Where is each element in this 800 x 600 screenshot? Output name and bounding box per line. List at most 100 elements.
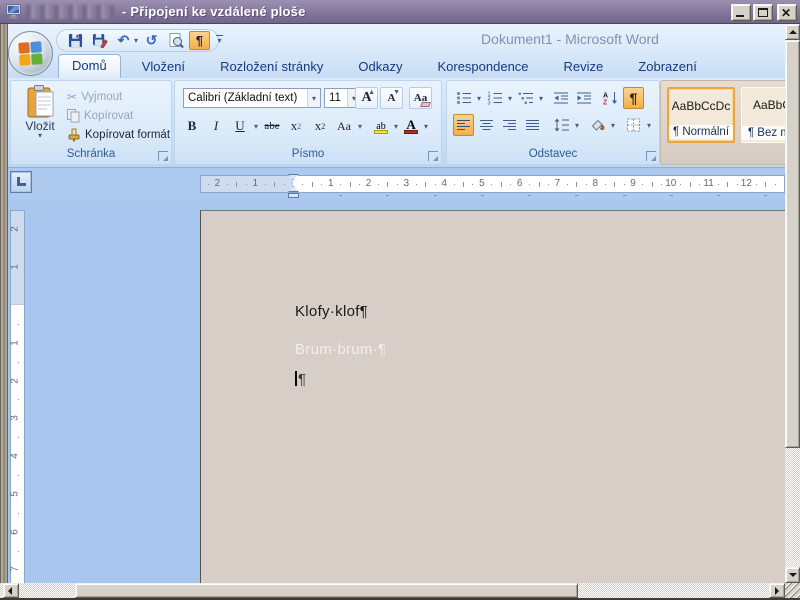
- rdp-titlebar[interactable]: - Připojení ke vzdálené ploše ✕: [0, 0, 800, 24]
- horizontal-scroll-thumb[interactable]: [75, 583, 578, 598]
- shading-dropdown-icon[interactable]: ▾: [610, 121, 616, 130]
- paragraph-dialog-launcher[interactable]: [646, 151, 656, 161]
- office-button[interactable]: [8, 31, 53, 76]
- save-button[interactable]: [65, 31, 86, 50]
- highlight-dropdown-icon[interactable]: ▾: [393, 122, 399, 131]
- show-formatting-qat-button[interactable]: ¶: [189, 31, 210, 50]
- style-normal[interactable]: AaBbCcDc ¶ Normální: [667, 87, 735, 143]
- justify-button[interactable]: [522, 114, 543, 136]
- line-spacing-button[interactable]: [551, 114, 572, 136]
- numbering-dropdown-icon[interactable]: ▾: [507, 94, 513, 103]
- multilevel-dropdown-icon[interactable]: ▾: [538, 94, 544, 103]
- align-center-button[interactable]: [476, 114, 497, 136]
- tab-korespondence[interactable]: Korespondence: [423, 56, 542, 78]
- font-color-button[interactable]: A: [401, 116, 421, 136]
- document-text-line[interactable]: ¶: [295, 371, 306, 388]
- sort-button[interactable]: A Z: [600, 87, 621, 109]
- undo-dropdown[interactable]: ▾: [134, 36, 138, 45]
- clear-formatting-button[interactable]: Aa: [409, 87, 432, 109]
- svg-text:Z: Z: [603, 100, 608, 106]
- scroll-left-button[interactable]: [3, 583, 19, 598]
- decrease-indent-button[interactable]: [550, 87, 571, 109]
- close-button[interactable]: ✕: [777, 4, 797, 21]
- window-left-border: [0, 24, 8, 583]
- document-text-line[interactable]: Klofy·klof¶: [295, 303, 368, 320]
- style-preview: AaBbCcDc: [669, 89, 733, 113]
- shading-button[interactable]: [587, 114, 608, 136]
- borders-button[interactable]: [623, 114, 644, 136]
- cut-icon: ✂: [67, 90, 77, 104]
- close-icon: ✕: [781, 6, 791, 20]
- document-page[interactable]: Klofy·klof¶ Brum·brum·¶ ¶: [200, 210, 785, 583]
- underline-button[interactable]: U: [229, 115, 251, 137]
- shading-icon: [590, 118, 606, 132]
- bold-button[interactable]: B: [181, 115, 203, 137]
- multilevel-list-button[interactable]: [515, 87, 536, 109]
- numbering-button[interactable]: 123: [484, 87, 505, 109]
- v-ruler-margin-area: 21: [11, 211, 24, 305]
- print-preview-button[interactable]: [165, 31, 186, 50]
- copy-button[interactable]: Kopírovat: [67, 106, 171, 125]
- font-dialog-launcher[interactable]: [428, 151, 438, 161]
- scroll-right-button[interactable]: [769, 583, 785, 598]
- borders-dropdown-icon[interactable]: ▾: [646, 121, 652, 130]
- font-name-combo[interactable]: Calibri (Základní text) ▾: [183, 88, 321, 108]
- eraser-icon: [420, 102, 431, 107]
- italic-button[interactable]: I: [205, 115, 227, 137]
- tab-stop-selector[interactable]: [10, 171, 32, 193]
- cut-button[interactable]: ✂ Vyjmout: [67, 87, 171, 106]
- change-case-button[interactable]: Aa: [333, 115, 355, 137]
- change-case-dropdown-icon[interactable]: ▾: [357, 122, 363, 131]
- vertical-scrollbar[interactable]: [785, 24, 800, 583]
- strikethrough-button[interactable]: abe: [261, 115, 283, 137]
- paste-button[interactable]: Vložit ▾: [17, 85, 63, 147]
- increase-indent-button[interactable]: [573, 87, 594, 109]
- tab-zobrazeni[interactable]: Zobrazení: [624, 56, 711, 78]
- ribbon-tab-row: Domů Vložení Rozložení stránky Odkazy Ko…: [8, 56, 785, 78]
- tab-domu[interactable]: Domů: [58, 54, 121, 78]
- horizontal-scrollbar[interactable]: [0, 583, 785, 598]
- tab-rozlozeni-stranky[interactable]: Rozložení stránky: [206, 56, 337, 78]
- subscript-button[interactable]: x2: [285, 115, 307, 137]
- minimize-icon: [736, 15, 744, 17]
- text-cursor: [295, 371, 297, 386]
- bullets-dropdown-icon[interactable]: ▾: [476, 94, 482, 103]
- grow-font-button[interactable]: A ▲: [355, 87, 378, 109]
- undo-button[interactable]: ↶: [113, 31, 134, 50]
- save-as-button[interactable]: [89, 31, 110, 50]
- paste-icon: [25, 85, 55, 119]
- format-painter-button[interactable]: Kopírovat formát: [67, 125, 171, 144]
- superscript-button[interactable]: x2: [309, 115, 331, 137]
- font-color-dropdown-icon[interactable]: ▾: [423, 122, 429, 131]
- scroll-down-button[interactable]: [785, 567, 800, 583]
- align-right-button[interactable]: [499, 114, 520, 136]
- line-spacing-dropdown-icon[interactable]: ▾: [574, 121, 580, 130]
- shrink-font-button[interactable]: A ▼: [380, 87, 403, 109]
- scroll-up-button[interactable]: [785, 24, 800, 40]
- save-icon: [68, 33, 83, 48]
- underline-dropdown-icon[interactable]: ▾: [253, 122, 259, 131]
- maximize-button[interactable]: [753, 4, 773, 21]
- highlight-button[interactable]: ab: [371, 116, 391, 136]
- align-left-button[interactable]: [453, 114, 474, 136]
- qat-customize-button[interactable]: ▾: [212, 33, 227, 49]
- minimize-button[interactable]: [731, 4, 751, 21]
- save-as-icon: [92, 33, 108, 48]
- show-formatting-button[interactable]: ¶: [623, 87, 644, 109]
- group-styles: AaBbCcDc ¶ Normální AaBbCc ¶ Bez mez: [660, 80, 798, 165]
- document-text-line[interactable]: Brum·brum·¶: [295, 341, 386, 358]
- bullets-button[interactable]: [453, 87, 474, 109]
- clipboard-dialog-launcher[interactable]: [158, 151, 168, 161]
- h-ruler-margin-area: 21: [201, 176, 293, 192]
- font-group-label: Písmo: [175, 148, 441, 163]
- tab-revize[interactable]: Revize: [550, 56, 618, 78]
- tab-odkazy[interactable]: Odkazy: [344, 56, 416, 78]
- document-area: 21 1234567 Klofy·klof¶Brum·brum·¶¶: [8, 200, 785, 583]
- multilevel-list-icon: [518, 91, 534, 105]
- style-name: ¶ Normální: [669, 125, 733, 139]
- pilcrow-icon: ¶: [196, 33, 203, 48]
- tab-vlozeni[interactable]: Vložení: [128, 56, 199, 78]
- redo-button[interactable]: ↺: [141, 31, 162, 50]
- left-indent-marker[interactable]: [288, 193, 299, 198]
- vertical-scroll-thumb[interactable]: [785, 40, 800, 448]
